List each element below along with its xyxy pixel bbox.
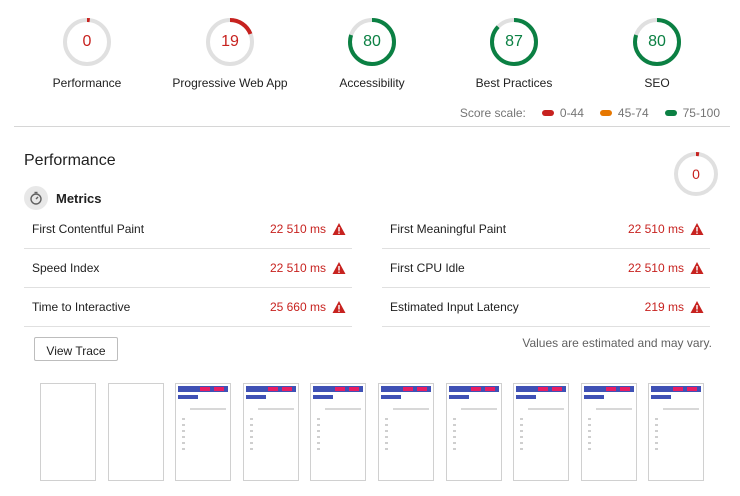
- filmstrip-frame: [445, 383, 502, 481]
- gauge-label: Best Practices: [475, 76, 553, 90]
- filmstrip-frame: [513, 383, 570, 481]
- filmstrip-frame: [310, 383, 367, 481]
- gauge-accessibility[interactable]: 80 Accessibility: [302, 14, 442, 90]
- warning-icon: [690, 262, 704, 274]
- filmstrip-frame: [648, 383, 705, 481]
- metric-speed-index: Speed Index 22 510 ms: [24, 249, 352, 288]
- gauge-pwa[interactable]: 19 Progressive Web App: [160, 14, 300, 90]
- fail-swatch-icon: [541, 110, 554, 116]
- warning-icon: [690, 223, 704, 235]
- metric-name: Speed Index: [32, 261, 100, 275]
- warning-icon: [332, 301, 346, 313]
- gauge-score: 80: [648, 33, 666, 50]
- scale-range-fail: 0-44: [559, 106, 584, 120]
- divider: [14, 126, 730, 127]
- gauge-label: Performance: [52, 76, 122, 90]
- metrics-header: Metrics: [24, 186, 102, 210]
- warning-icon: [332, 262, 346, 274]
- metric-name: Estimated Input Latency: [390, 300, 519, 314]
- category-gauges: 0 Performance 19 Progressive Web App 80 …: [0, 0, 740, 100]
- performance-score-gauge: 0: [672, 150, 720, 198]
- stopwatch-icon: [24, 186, 48, 210]
- filmstrip-frame: [242, 383, 299, 481]
- filmstrip-frame: [40, 383, 96, 481]
- score-scale: Score scale: 0-44 45-74 75-100: [460, 106, 720, 120]
- scale-range-pass: 75-100: [682, 106, 720, 120]
- gauge-score: 87: [505, 33, 523, 50]
- average-swatch-icon: [599, 110, 612, 116]
- filmstrip-frame: [378, 383, 434, 481]
- metric-name: Time to Interactive: [32, 300, 131, 314]
- metric-first-meaningful-paint: First Meaningful Paint 22 510 ms: [382, 210, 710, 249]
- warning-icon: [332, 223, 346, 235]
- metric-value: 25 660 ms: [269, 300, 326, 314]
- filmstrip-frame: [580, 383, 637, 481]
- section-title: Performance: [24, 152, 116, 169]
- metric-estimated-input-latency: Estimated Input Latency 219 ms: [382, 288, 710, 327]
- gauge-label: Accessibility: [339, 76, 405, 90]
- metric-value: 22 510 ms: [269, 261, 326, 275]
- warning-icon: [690, 301, 704, 313]
- pass-swatch-icon: [664, 110, 677, 116]
- estimate-note: Values are estimated and may vary.: [522, 336, 712, 350]
- metric-name: First CPU Idle: [390, 261, 465, 275]
- gauge-label: Progressive Web App: [172, 76, 288, 90]
- metric-first-cpu-idle: First CPU Idle 22 510 ms: [382, 249, 710, 288]
- view-trace-button[interactable]: View Trace: [34, 337, 118, 361]
- gauge-performance[interactable]: 0 Performance: [17, 14, 157, 90]
- gauge-best-practices[interactable]: 87 Best Practices: [444, 14, 584, 90]
- gauge-seo[interactable]: 80 SEO: [587, 14, 727, 90]
- metric-value: 22 510 ms: [627, 261, 684, 275]
- metric-time-to-interactive: Time to Interactive 25 660 ms: [24, 288, 352, 327]
- metric-name: First Meaningful Paint: [390, 222, 507, 236]
- metrics-title: Metrics: [56, 190, 102, 206]
- metric-value: 22 510 ms: [269, 222, 326, 236]
- scale-range-average: 45-74: [617, 106, 649, 120]
- metric-first-contentful-paint: First Contentful Paint 22 510 ms: [24, 210, 352, 249]
- filmstrip-frame: [175, 383, 232, 481]
- metric-name: First Contentful Paint: [32, 222, 145, 236]
- metric-value: 22 510 ms: [627, 222, 684, 236]
- gauge-score: 80: [363, 33, 381, 50]
- gauge-label: SEO: [644, 76, 670, 90]
- gauge-score: 19: [221, 33, 239, 50]
- performance-score: 0: [692, 166, 700, 182]
- metric-value: 219 ms: [644, 300, 684, 314]
- score-scale-label: Score scale:: [459, 106, 526, 120]
- filmstrip-frame: [107, 383, 164, 481]
- gauge-score: 0: [82, 33, 92, 50]
